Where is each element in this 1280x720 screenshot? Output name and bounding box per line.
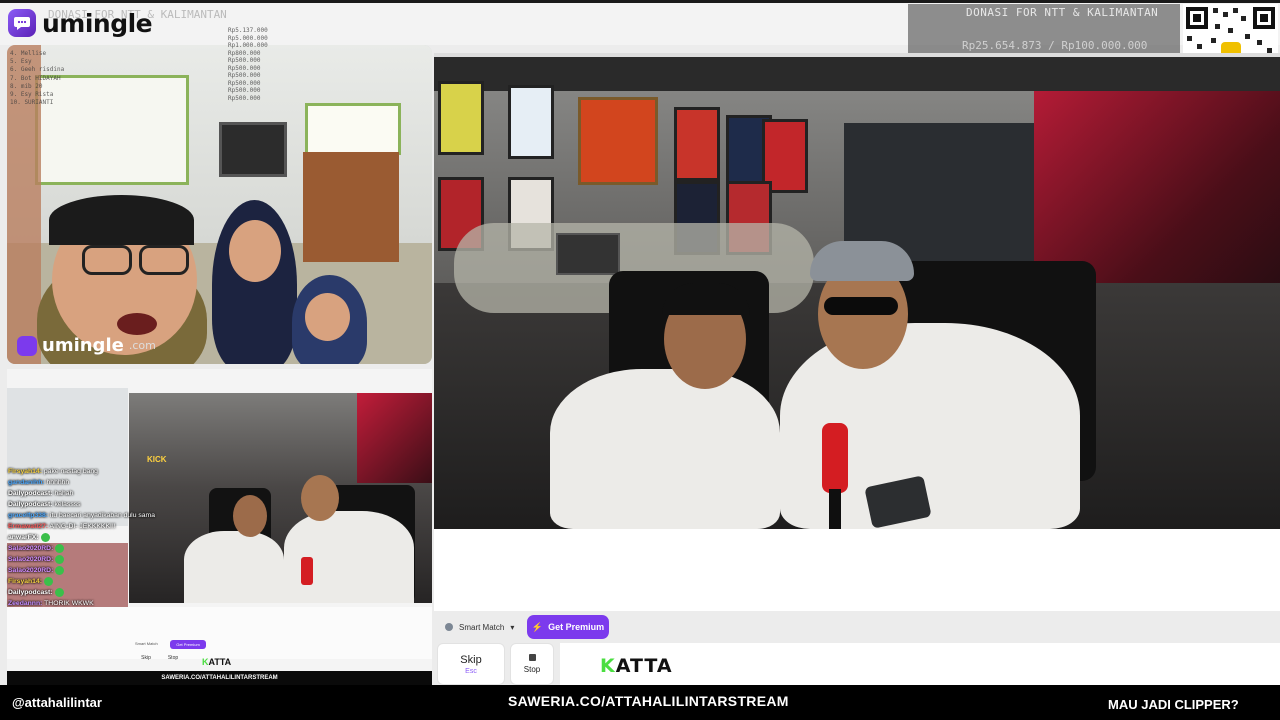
stop-button[interactable]: Stop	[510, 643, 554, 685]
skip-label: Skip	[460, 653, 482, 666]
stop-icon	[528, 654, 536, 661]
ghost-leaderboard-name: 5. Esy	[10, 58, 32, 66]
chat-message: Firsyah14: pake nastag bang	[8, 466, 148, 477]
ghost-leaderboard-value: Rp500.000	[228, 57, 261, 64]
smart-match-dropdown[interactable]: Smart Match ▾	[437, 616, 522, 638]
chat-text: kelassss	[52, 501, 81, 508]
ghost-leaderboard-value: Rp500.000	[228, 87, 261, 94]
chat-message: Dailypodcast: hahah	[8, 488, 148, 499]
chat-text: THORIK WKWK	[42, 600, 94, 607]
chat-username[interactable]: Salao2020RD:	[8, 556, 53, 563]
preview-skip: Skip	[141, 655, 151, 661]
globe-icon	[445, 623, 453, 631]
emote-icon	[40, 532, 50, 542]
ghost-leaderboard-name: 4. Mellise	[10, 50, 47, 57]
chat-username[interactable]: Dailypodcast:	[8, 490, 53, 497]
ghost-leaderboard-value: Rp500.000	[228, 64, 261, 72]
chat-message: Ermawati27: AING-DI- JEKKKKK!!!	[8, 521, 148, 532]
watermark-text: umingle	[42, 335, 124, 356]
donation-title: DONASI FOR NTT & KALIMANTAN	[966, 6, 1159, 19]
ghost-leaderboard-value: Rp5.000.000	[228, 34, 268, 42]
donation-amount: Rp25.654.873 / Rp100.000.000	[962, 39, 1148, 52]
chat-username[interactable]: Dailypodcast:	[8, 501, 53, 508]
chat-message: Salao2020RD:	[8, 543, 148, 554]
ghost-leaderboard-name: 8. mib 20	[10, 82, 43, 90]
local-video-area	[434, 529, 1280, 611]
smart-match-label: Smart Match	[459, 622, 505, 632]
chat-text: hhhhhh	[44, 479, 70, 486]
chevron-down-icon: ▾	[510, 622, 515, 632]
chat-username[interactable]: Ermawati27:	[8, 523, 48, 530]
ghost-leaderboard-value: Rp5.137.000	[228, 27, 268, 34]
main-video	[434, 53, 1280, 529]
emote-icon	[55, 543, 65, 553]
chat-message: anwarFX:	[8, 532, 148, 543]
chat-text: pake nastag bang	[42, 468, 98, 475]
clipper-cta: MAU JADI CLIPPER?	[1108, 697, 1239, 712]
chat-bubble-icon	[8, 9, 36, 37]
channel-handle: @attahalilintar	[12, 695, 102, 710]
chat-username[interactable]: Firsyah14:	[8, 468, 42, 475]
katta-text: ATTA	[615, 655, 673, 677]
get-premium-label: Get Premium	[548, 622, 605, 632]
preview-smart-match: Smart Match	[135, 641, 158, 646]
ghost-leaderboard-value: Rp500.000	[228, 94, 261, 102]
ghost-leaderboard-value: Rp500.000	[228, 72, 261, 79]
emote-icon	[44, 576, 54, 586]
ghost-leaderboard-value: Rp800.000	[228, 49, 261, 57]
skip-button[interactable]: Skip Esc	[437, 643, 505, 685]
chat-username[interactable]: Zeedannn:	[8, 600, 42, 607]
chat-text: itu baecari anyadikaban dulu sama	[48, 512, 155, 519]
get-premium-button[interactable]: ⚡ Get Premium	[527, 615, 609, 639]
chat-username[interactable]: Dailypodcast:	[8, 589, 53, 596]
skip-shortcut-hint: Esc	[465, 667, 477, 675]
chat-message: gandanihh: hhhhhh	[8, 477, 148, 488]
preview-saweria-banner: SAWERIA.CO/ATTAHALILINTARSTREAM	[7, 671, 432, 685]
ghost-leaderboard-values: Rp5.137.000 Rp5.000.000 Rp1.000.000 Rp800.0…	[228, 27, 268, 102]
chat-message: Zeedannn: THORIK WKWK	[8, 598, 148, 609]
emote-icon	[54, 587, 64, 597]
chat-username[interactable]: Salao2020RD:	[8, 545, 53, 552]
chat-text: AING-DI- JEKKKKK!!!	[48, 523, 116, 530]
ghost-leaderboard-name: 7. Bot HIDAYAH	[10, 74, 61, 82]
chat-username[interactable]: Salao2020RD:	[8, 567, 53, 574]
ghost-leaderboard-name: 9. Esy Rista	[10, 91, 54, 99]
ghost-leaderboard-names: 4. Mellise 5. Esy 6. Geeh risdina 7. Bot HI…	[10, 50, 64, 107]
umingle-watermark: umingle .com	[17, 335, 156, 356]
stream-chat: Firsyah14: pake nastag bang gandanihh: hh…	[8, 466, 155, 609]
chat-username[interactable]: Firsyah14:	[8, 578, 42, 585]
chat-username[interactable]: gandanihh:	[8, 479, 45, 486]
watermark-suffix: .com	[128, 339, 156, 352]
lightning-icon: ⚡	[531, 621, 544, 632]
chat-bubble-icon	[17, 335, 37, 356]
preview-get-premium: Get Premium	[170, 640, 206, 649]
stop-label: Stop	[523, 665, 541, 674]
donation-overlay: DONASI FOR NTT & KALIMANTAN Rp25.654.873…	[908, 4, 1180, 54]
emote-icon	[55, 565, 65, 575]
chat-message: Salao2020RD:	[8, 554, 148, 565]
chat-message: Dailypodcast:	[8, 587, 148, 598]
katta-logo: KATTA	[600, 655, 673, 677]
saweria-link: SAWERIA.CO/ATTAHALILINTARSTREAM	[508, 693, 789, 709]
emote-icon	[55, 554, 65, 564]
chat-text: hahah	[52, 490, 74, 497]
logo-text: umingle	[42, 8, 153, 38]
chat-message: gracelfp338: itu baecari anyadikaban dul…	[8, 510, 155, 521]
app-logo[interactable]: umingle	[8, 8, 153, 38]
chat-message: Salao2020RD:	[8, 565, 148, 576]
chat-message: Firsyah14:	[8, 576, 148, 587]
peer-video: umingle .com	[7, 45, 432, 364]
preview-katta: KATTA	[202, 657, 232, 667]
ghost-leaderboard-value: Rp500.000	[228, 79, 261, 87]
ghost-leaderboard-value: Rp1.000.000	[228, 42, 268, 49]
ghost-leaderboard-name: 10. SURIANTI	[10, 99, 54, 107]
preview-stop: Stop	[167, 655, 179, 661]
chat-message: Dailypodcast: kelassss	[8, 499, 148, 510]
chat-username[interactable]: gracelfp338:	[8, 512, 48, 519]
kick-badge: KICK	[147, 455, 167, 464]
chat-username[interactable]: anwarFX:	[8, 534, 39, 541]
ghost-leaderboard-name: 6. Geeh risdina	[10, 66, 65, 74]
